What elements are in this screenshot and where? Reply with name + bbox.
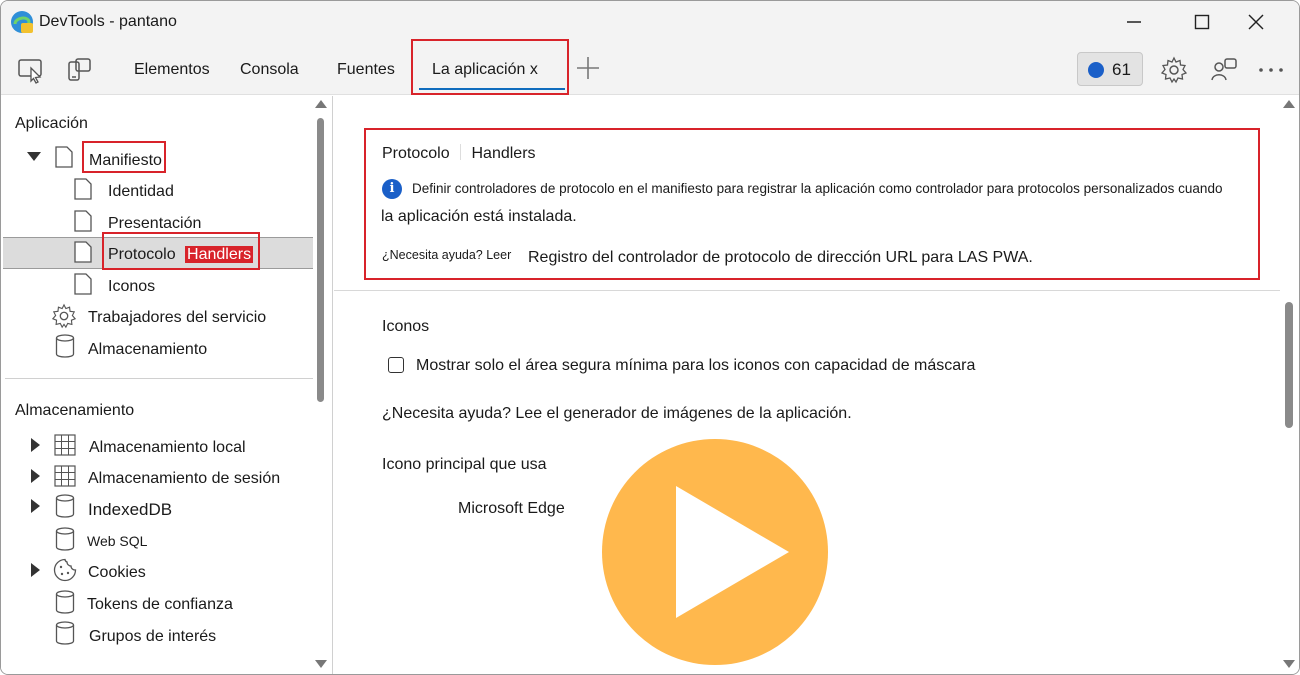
sidebar-item-web-sql[interactable]: Web SQL xyxy=(87,533,147,549)
file-icon xyxy=(74,273,92,295)
gear-icon xyxy=(51,303,77,329)
section-almacenamiento: Almacenamiento xyxy=(15,402,135,419)
sidebar-item-presentacion[interactable]: Presentación xyxy=(108,215,201,233)
title-separator xyxy=(460,144,462,160)
close-icon xyxy=(1248,14,1264,30)
file-icon xyxy=(74,210,92,232)
database-icon xyxy=(55,590,75,614)
sidebar-scrollbar[interactable] xyxy=(317,118,324,402)
expand-arrow-down-icon[interactable] xyxy=(27,152,41,162)
protocol-info-text-line2: la aplicación está instalada. xyxy=(381,208,577,225)
protocol-section-title: Protocolo Handlers xyxy=(382,144,536,163)
sidebar-divider xyxy=(5,378,313,379)
grid-table-icon xyxy=(54,434,76,456)
sidebar-item-session-storage[interactable]: Almacenamiento de sesión xyxy=(88,470,280,488)
sidebar-item-trust-tokens[interactable]: Tokens de confianza xyxy=(87,596,233,614)
more-options-icon[interactable] xyxy=(1257,56,1285,84)
minimize-icon xyxy=(1127,21,1141,23)
file-icon xyxy=(55,146,73,168)
main-scroll-up-icon[interactable] xyxy=(1283,100,1295,108)
settings-gear-icon[interactable] xyxy=(1160,56,1188,84)
window-title: DevTools - pantano xyxy=(39,13,177,30)
cookie-icon xyxy=(53,558,77,582)
issues-counter-button[interactable]: 61 xyxy=(1077,52,1143,86)
masking-safe-area-checkbox[interactable] xyxy=(388,357,404,373)
primary-icon-label: Icono principal que usa xyxy=(382,456,547,473)
info-icon: i xyxy=(382,179,402,199)
application-sidebar: Aplicación Manifiesto Identidad Presenta… xyxy=(1,96,333,674)
sidebar-item-local-storage[interactable]: Almacenamiento local xyxy=(89,439,246,457)
sidebar-item-identidad[interactable]: Identidad xyxy=(108,183,174,201)
sidebar-item-cookies[interactable]: Cookies xyxy=(88,564,146,582)
protocol-handlers-highlight-box xyxy=(102,232,260,270)
add-tab-icon[interactable] xyxy=(575,55,601,81)
close-button[interactable] xyxy=(1233,5,1279,39)
protocol-info-text-line1: Definir controladores de protocolo en el… xyxy=(412,181,1223,196)
edge-dev-logo-icon xyxy=(11,11,33,33)
sidebar-item-service-workers[interactable]: Trabajadores del servicio xyxy=(88,309,266,327)
tab-fuentes[interactable]: Fuentes xyxy=(337,61,395,79)
handlers-title-part: Handlers xyxy=(471,145,536,162)
active-tab-underline xyxy=(419,88,565,90)
masking-checkbox-label: Mostrar solo el área segura mínima para … xyxy=(416,357,976,374)
protocol-title-part: Protocolo xyxy=(382,145,450,162)
sidebar-item-iconos[interactable]: Iconos xyxy=(108,278,155,296)
feedback-icon[interactable] xyxy=(1210,56,1238,84)
sidebar-scroll-up-icon[interactable] xyxy=(315,100,327,108)
tab-elementos[interactable]: Elementos xyxy=(134,61,210,79)
section-divider xyxy=(334,290,1280,291)
primary-icon-browser: Microsoft Edge xyxy=(458,500,565,517)
main-scrollbar[interactable] xyxy=(1285,302,1293,428)
grid-table-icon xyxy=(54,465,76,487)
message-bubble-icon xyxy=(1088,62,1104,78)
devtools-window: DevTools - pantano Elementos Consola Fue… xyxy=(0,0,1300,675)
issues-count: 61 xyxy=(1112,60,1131,79)
sidebar-item-indexeddb[interactable]: IndexedDB xyxy=(88,500,172,520)
database-icon xyxy=(55,334,75,358)
expand-arrow-right-icon[interactable] xyxy=(31,438,41,452)
file-icon xyxy=(74,241,92,263)
database-icon xyxy=(55,494,75,518)
maximize-button[interactable] xyxy=(1179,5,1225,39)
icons-help-text[interactable]: ¿Necesita ayuda? Lee el generador de imá… xyxy=(382,405,852,423)
database-icon xyxy=(55,527,75,551)
device-emulation-icon[interactable] xyxy=(65,56,93,84)
tab-consola[interactable]: Consola xyxy=(240,61,299,79)
protocol-help-prefix: ¿Necesita ayuda? Leer xyxy=(382,248,512,262)
manifest-highlight-box xyxy=(82,141,166,173)
inspect-element-icon[interactable] xyxy=(17,56,45,84)
icons-section-title: Iconos xyxy=(382,318,430,335)
sidebar-item-almacenamiento[interactable]: Almacenamiento xyxy=(88,341,207,359)
expand-arrow-right-icon[interactable] xyxy=(31,499,41,513)
file-icon xyxy=(74,178,92,200)
devtools-tab-bar: Elementos Consola Fuentes La aplicación … xyxy=(1,39,1299,95)
expand-arrow-right-icon[interactable] xyxy=(31,563,41,577)
active-tab-highlight xyxy=(411,39,569,95)
play-video-icon[interactable] xyxy=(601,438,829,666)
sidebar-scroll-down-icon[interactable] xyxy=(315,660,327,668)
main-scroll-down-icon[interactable] xyxy=(1283,660,1295,668)
database-icon xyxy=(55,621,75,645)
maximize-icon xyxy=(1194,14,1210,30)
section-aplicacion: Aplicación xyxy=(15,115,88,132)
title-bar: DevTools - pantano xyxy=(1,1,1299,43)
minimize-button[interactable] xyxy=(1111,5,1157,39)
protocol-help-link[interactable]: Registro del controlador de protocolo de… xyxy=(528,249,1033,267)
expand-arrow-right-icon[interactable] xyxy=(31,469,41,483)
sidebar-item-interest-groups[interactable]: Grupos de interés xyxy=(89,628,216,646)
